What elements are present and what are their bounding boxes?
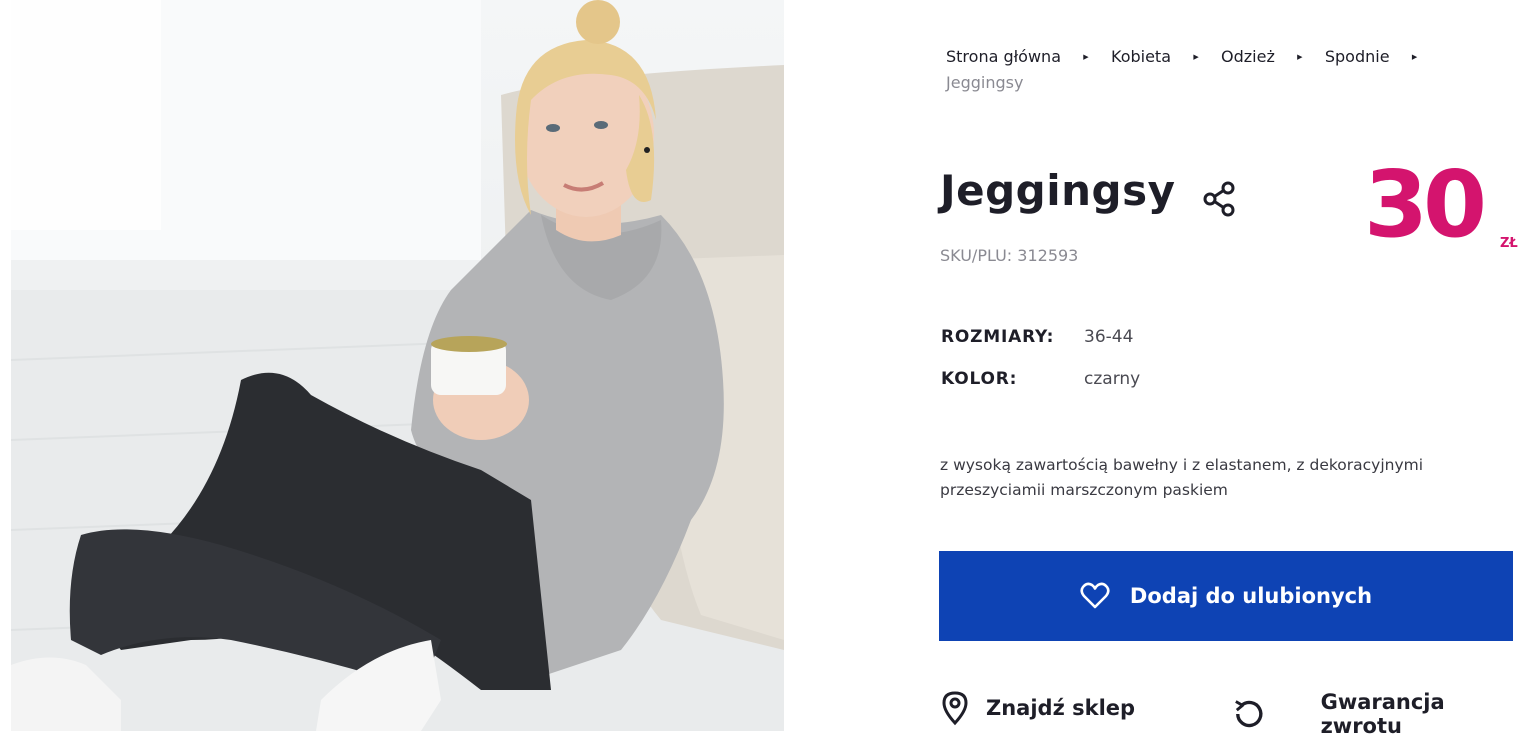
breadcrumb-women[interactable]: Kobieta — [1111, 44, 1171, 70]
breadcrumb-current: Jeggingsy — [946, 73, 1024, 92]
add-to-favorites-button[interactable]: Dodaj do ulubionych — [939, 551, 1513, 641]
breadcrumb-home[interactable]: Strona główna — [946, 44, 1061, 70]
price-currency: ZŁ — [1500, 236, 1518, 251]
spec-color: KOLOR: czarny — [941, 369, 1140, 389]
price-value: 30 — [1364, 151, 1487, 258]
breadcrumb: Strona główna ▶ Kobieta ▶ Odzież ▶ Spodn… — [946, 44, 1506, 96]
chevron-right-icon: ▶ — [1297, 53, 1303, 61]
chevron-right-icon: ▶ — [1083, 53, 1089, 61]
find-store-link[interactable]: Znajdź sklep — [940, 690, 1135, 726]
spec-sizes-label: ROZMIARY: — [941, 327, 1055, 347]
product-sku: SKU/PLU: 312593 — [940, 246, 1079, 265]
product-photo — [11, 0, 784, 731]
breadcrumb-clothing[interactable]: Odzież — [1221, 44, 1275, 70]
spec-color-value: czarny — [1084, 369, 1141, 389]
heart-icon — [1080, 582, 1110, 609]
spec-color-label: KOLOR: — [941, 369, 1018, 389]
description-line: z wysoką zawartością bawełny i z elastan… — [940, 456, 1424, 474]
spec-sizes: ROZMIARY: 36-44 — [941, 327, 1133, 347]
product-description: z wysoką zawartością bawełny i z elastan… — [940, 453, 1500, 503]
price-block: 30 ZŁ — [1364, 150, 1524, 260]
breadcrumb-trousers[interactable]: Spodnie — [1325, 44, 1390, 70]
chevron-right-icon: ▶ — [1411, 53, 1418, 61]
share-icon — [1203, 181, 1235, 217]
description-line: przeszyciamii marszczonym paskiem — [940, 481, 1228, 499]
find-store-label: Znajdź sklep — [986, 696, 1136, 720]
map-pin-icon — [942, 691, 968, 726]
chevron-right-icon: ▶ — [1193, 53, 1199, 61]
product-title: Jeggingsy — [940, 166, 1176, 215]
refresh-icon — [1235, 700, 1263, 728]
add-to-favorites-label: Dodaj do ulubionych — [1129, 584, 1373, 608]
share-button[interactable] — [1202, 181, 1236, 217]
spec-sizes-value: 36-44 — [1084, 327, 1134, 347]
product-photo-illustration — [11, 0, 784, 731]
